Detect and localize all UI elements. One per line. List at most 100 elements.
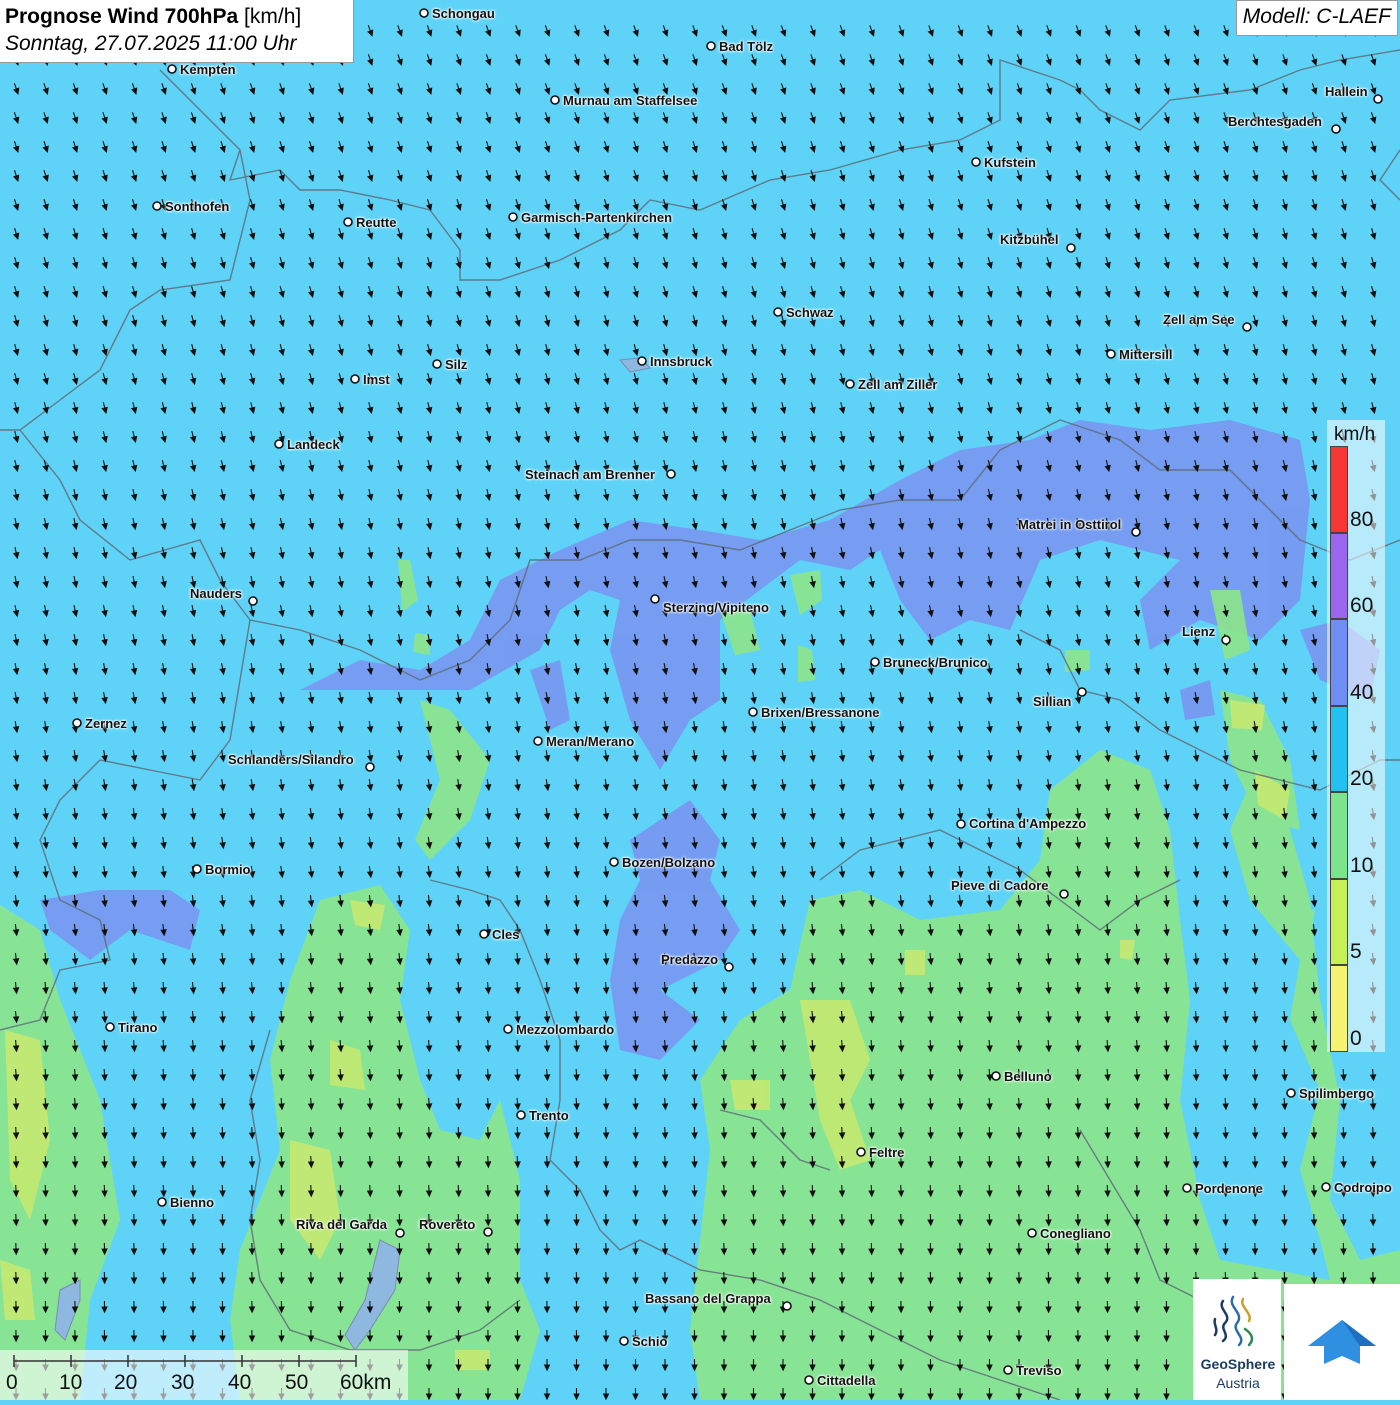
scalebar-label: 10 — [59, 1371, 82, 1395]
city-marker-icon — [1060, 890, 1068, 898]
legend-label: 60 — [1350, 594, 1373, 618]
city-marker-icon — [551, 96, 559, 104]
city-label: Bassano del Grappa — [645, 1291, 771, 1306]
city-marker-icon — [433, 360, 441, 368]
city-marker-icon — [351, 375, 359, 383]
city-label: Matrei in Osttirol — [1018, 517, 1121, 532]
city-marker-icon — [1107, 350, 1115, 358]
legend-color-bar — [1330, 879, 1348, 966]
city-label: Riva del Garda — [296, 1217, 387, 1232]
city-label: Landeck — [287, 437, 340, 452]
city-marker-icon — [484, 1228, 492, 1236]
weather-app-logo — [1284, 1284, 1400, 1400]
city-label: Codroipo — [1334, 1180, 1392, 1195]
city-marker-icon — [620, 1337, 628, 1345]
city-marker-icon — [749, 708, 757, 716]
legend-color-bar — [1330, 533, 1348, 620]
city-label: Zell am See — [1163, 312, 1235, 327]
city-marker-icon — [509, 213, 517, 221]
city-label: Sterzing/Vipiteno — [663, 600, 769, 615]
city-label: Conegliano — [1040, 1226, 1111, 1241]
city-label: Kempten — [180, 62, 236, 77]
city-label: Steinach am Brenner — [525, 467, 655, 482]
city-label: Nauders — [190, 586, 242, 601]
city-label: Reutte — [356, 215, 396, 230]
city-label: Pordenone — [1195, 1181, 1263, 1196]
city-label: Bozen/Bolzano — [622, 855, 715, 870]
city-marker-icon — [193, 865, 201, 873]
city-label: Bad Tölz — [719, 39, 773, 54]
weather-app-icon — [1284, 1284, 1400, 1400]
city-marker-icon — [366, 763, 374, 771]
city-marker-icon — [504, 1025, 512, 1033]
city-marker-icon — [651, 595, 659, 603]
city-label: Sonthofen — [165, 199, 229, 214]
city-marker-icon — [1004, 1366, 1012, 1374]
legend-label: 0 — [1350, 1027, 1362, 1051]
city-label: Mittersill — [1119, 347, 1172, 362]
city-label: Spilimbergo — [1299, 1086, 1374, 1101]
city-label: Sillian — [1033, 694, 1071, 709]
city-label: Zell am Ziller — [858, 377, 937, 392]
city-marker-icon — [783, 1302, 791, 1310]
scalebar-label: 0 — [6, 1371, 18, 1395]
city-marker-icon — [638, 357, 646, 365]
city-label: Berchtesgaden — [1228, 114, 1322, 129]
city-marker-icon — [957, 820, 965, 828]
city-label: Treviso — [1016, 1363, 1062, 1378]
city-label: Bruneck/Brunico — [883, 655, 988, 670]
city-label: Schio — [632, 1334, 667, 1349]
city-marker-icon — [153, 202, 161, 210]
city-label: Feltre — [869, 1145, 904, 1160]
scalebar-label: 40 — [228, 1371, 251, 1395]
city-marker-icon — [1132, 528, 1140, 536]
map-title-unit: [km/h] — [244, 5, 301, 28]
legend-label: 10 — [1350, 854, 1373, 878]
city-label: Kufstein — [984, 155, 1036, 170]
legend-label: 40 — [1350, 681, 1373, 705]
city-marker-icon — [1287, 1089, 1295, 1097]
city-marker-icon — [1322, 1183, 1330, 1191]
city-label: Innsbruck — [650, 354, 712, 369]
map-title-main: Prognose Wind 700hPa — [5, 5, 238, 28]
city-marker-icon — [73, 719, 81, 727]
geosphere-mark-icon — [1193, 1279, 1281, 1359]
legend-color-bar — [1330, 706, 1348, 793]
legend-unit: km/h — [1334, 424, 1375, 446]
city-marker-icon — [1222, 636, 1230, 644]
city-marker-icon — [1332, 125, 1340, 133]
legend-color-bar — [1330, 446, 1348, 533]
city-marker-icon — [805, 1376, 813, 1384]
city-label: Hallein — [1325, 84, 1368, 99]
city-marker-icon — [534, 737, 542, 745]
city-marker-icon — [1067, 244, 1075, 252]
legend-label: 20 — [1350, 767, 1373, 791]
city-marker-icon — [396, 1229, 404, 1237]
title-box: Prognose Wind 700hPa [km/h] Sonntag, 27.… — [0, 0, 354, 63]
city-marker-icon — [158, 1198, 166, 1206]
scalebar-label: 20 — [114, 1371, 137, 1395]
forecast-datetime: Sonntag, 27.07.2025 11:00 Uhr — [5, 31, 348, 57]
city-marker-icon — [420, 9, 428, 17]
city-marker-icon — [1028, 1229, 1036, 1237]
map-title: Prognose Wind 700hPa [km/h] — [5, 3, 348, 31]
legend-label: 5 — [1350, 940, 1362, 964]
city-label: Cortina d'Ampezzo — [969, 816, 1086, 831]
city-label: Bormio — [205, 862, 251, 877]
city-label: Kitzbühel — [1000, 232, 1059, 247]
city-label: Rovereto — [419, 1217, 475, 1232]
geosphere-logo-line2: Austria — [1194, 1375, 1282, 1391]
scalebar-label: 50 — [285, 1371, 308, 1395]
city-label: Cles — [492, 927, 519, 942]
city-label: Cittadella — [817, 1373, 876, 1388]
city-label: Predazzo — [661, 952, 718, 967]
city-label: Imst — [363, 372, 390, 387]
city-marker-icon — [992, 1072, 1000, 1080]
city-marker-icon — [846, 380, 854, 388]
city-marker-icon — [857, 1148, 865, 1156]
city-marker-icon — [168, 65, 176, 73]
city-marker-icon — [480, 930, 488, 938]
city-label: Garmisch-Partenkirchen — [521, 210, 672, 225]
geosphere-logo-line1: GeoSphere — [1194, 1356, 1282, 1372]
city-marker-icon — [610, 858, 618, 866]
